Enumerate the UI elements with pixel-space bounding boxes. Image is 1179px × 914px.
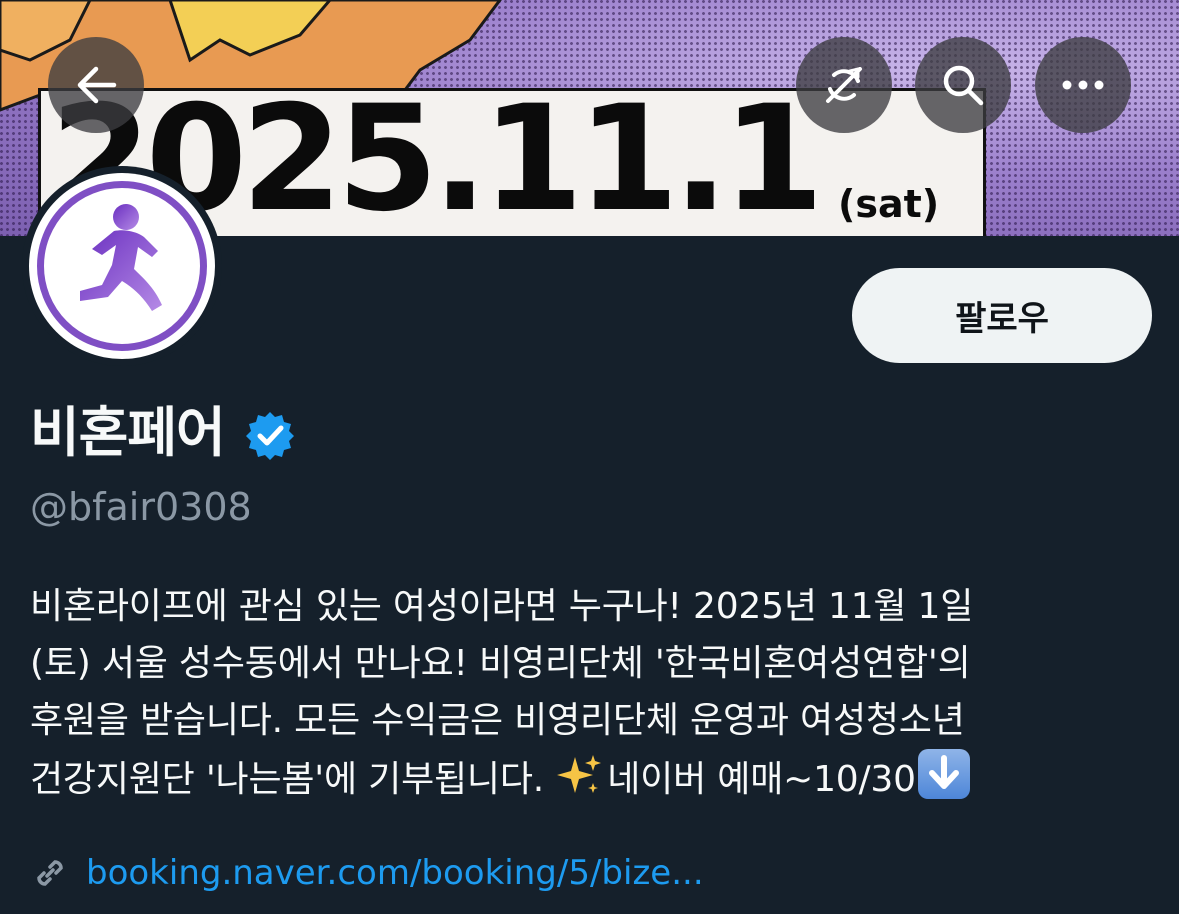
sparkles-icon bbox=[557, 755, 602, 793]
profile-handle: @bfair0308 bbox=[30, 485, 252, 529]
banner-day-text: (sat) bbox=[838, 182, 940, 226]
avatar-logo bbox=[37, 181, 207, 351]
profile-name-row: 비혼페어 bbox=[30, 396, 295, 470]
bio-line: (토) 서울 성수동에서 만나요! 비영리단체 '한국비혼여성연합'의 bbox=[30, 643, 971, 684]
verified-badge-icon[interactable] bbox=[245, 410, 295, 460]
profile-bio: 비혼라이프에 관심 있는 여성이라면 누구나! 2025년 11월 1일 (토)… bbox=[30, 578, 1150, 806]
arrow-left-icon bbox=[77, 66, 117, 104]
more-button[interactable] bbox=[1035, 37, 1131, 133]
notification-off-icon bbox=[826, 67, 862, 103]
more-horizontal-icon bbox=[1062, 80, 1104, 90]
bio-line: 후원을 받습니다. 모든 수익금은 비영리단체 운영과 여성청소년 bbox=[30, 700, 965, 741]
search-icon bbox=[943, 65, 984, 106]
running-figure-icon bbox=[80, 204, 162, 311]
follow-button[interactable]: 팔로우 bbox=[852, 268, 1152, 363]
profile-link-row[interactable]: booking.naver.com/booking/5/bize... bbox=[30, 848, 704, 898]
down-arrow-emoji-icon bbox=[917, 749, 970, 799]
notifications-button[interactable] bbox=[796, 37, 892, 133]
avatar[interactable] bbox=[22, 166, 222, 366]
profile-website-link[interactable]: booking.naver.com/booking/5/bize... bbox=[86, 848, 704, 898]
bio-line: 비혼라이프에 관심 있는 여성이라면 누구나! 2025년 11월 1일 bbox=[30, 586, 974, 627]
bio-line-last: 건강지원단 '나는봄'에 기부됩니다. 네이버 예매~10/30 bbox=[30, 749, 1150, 806]
display-name: 비혼페어 bbox=[30, 401, 226, 464]
link-icon bbox=[37, 860, 63, 886]
avatar-image bbox=[29, 173, 215, 359]
search-button[interactable] bbox=[915, 37, 1011, 133]
bio-text: 네이버 예매~10/30 bbox=[607, 759, 916, 800]
back-button[interactable] bbox=[48, 37, 144, 133]
bio-text: 건강지원단 '나는봄'에 기부됩니다. bbox=[30, 759, 545, 800]
